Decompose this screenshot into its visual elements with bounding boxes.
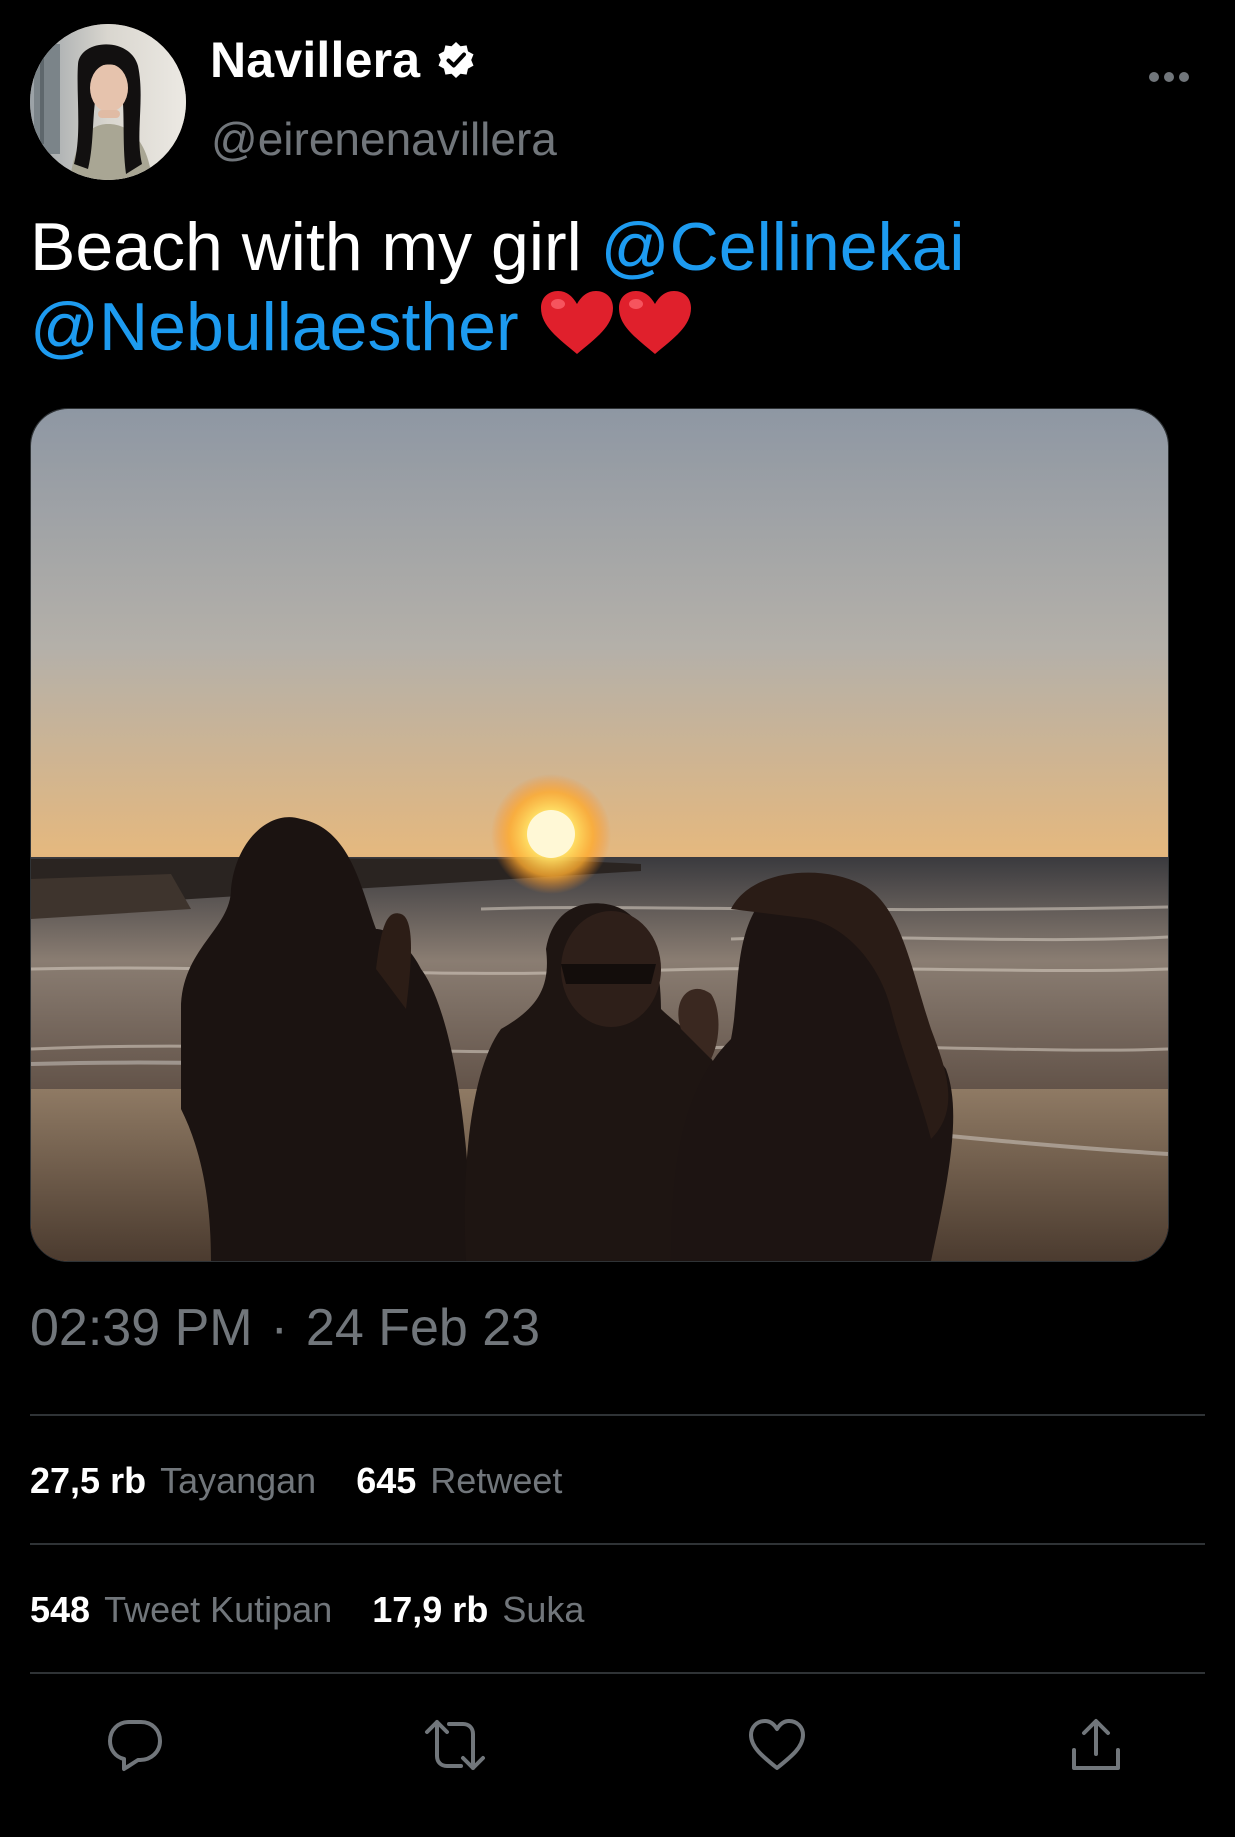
user-handle[interactable]: @eirenenavillera — [211, 112, 557, 166]
tweet-date: 24 Feb 23 — [305, 1299, 541, 1357]
verified-badge-icon — [436, 40, 476, 80]
divider — [30, 1672, 1205, 1674]
retweets-count: 645 — [356, 1460, 417, 1501]
divider — [30, 1543, 1205, 1545]
likes-count: 17,9 rb — [372, 1589, 489, 1630]
tweet-text: Beach with my girl @Cellinekai @Nebullae… — [30, 207, 1200, 367]
mention-link[interactable]: @Nebullaesther — [30, 289, 519, 365]
retweets-stat[interactable]: 645 Retweet — [356, 1460, 562, 1502]
views-stat[interactable]: 27,5 rb Tayangan — [30, 1460, 316, 1502]
retweets-label: Retweet — [430, 1460, 563, 1501]
tweet-time: 02:39 PM — [30, 1299, 253, 1357]
quote-tweets-label: Tweet Kutipan — [104, 1589, 333, 1630]
tweet-timestamp[interactable]: 02:39 PM · 24 Feb 23 — [30, 1298, 540, 1358]
share-icon[interactable] — [1061, 1710, 1131, 1780]
divider — [30, 1414, 1205, 1416]
likes-stat[interactable]: 17,9 rb Suka — [372, 1589, 584, 1631]
more-options-icon[interactable] — [1148, 70, 1190, 84]
red-heart-emoji-icon — [538, 288, 616, 358]
quote-tweets-stat[interactable]: 548 Tweet Kutipan — [30, 1589, 332, 1631]
red-heart-emoji-icon — [616, 288, 694, 358]
retweet-icon[interactable] — [420, 1710, 490, 1780]
sunset-beach-image — [31, 409, 1168, 1261]
tweet-header: Navillera @eirenenavillera — [30, 24, 1205, 180]
separator-dot: · — [270, 1299, 288, 1357]
quote-tweets-count: 548 — [30, 1589, 91, 1630]
stats-row: 27,5 rb Tayangan 645 Retweet — [30, 1460, 602, 1502]
views-label: Tayangan — [160, 1460, 317, 1501]
avatar[interactable] — [30, 24, 186, 180]
stats-row: 548 Tweet Kutipan 17,9 rb Suka — [30, 1589, 624, 1631]
tweet-photo[interactable] — [30, 408, 1169, 1262]
tweet-text-body: Beach with my girl — [30, 209, 582, 285]
like-icon[interactable] — [742, 1710, 812, 1780]
display-name[interactable]: Navillera — [210, 31, 420, 89]
views-count: 27,5 rb — [30, 1460, 147, 1501]
display-name-row: Navillera — [210, 32, 476, 88]
mention-link[interactable]: @Cellinekai — [601, 209, 965, 285]
avatar-photo — [30, 24, 186, 180]
reply-icon[interactable] — [100, 1710, 170, 1780]
likes-label: Suka — [502, 1589, 585, 1630]
tweet-action-bar — [30, 1710, 1205, 1780]
